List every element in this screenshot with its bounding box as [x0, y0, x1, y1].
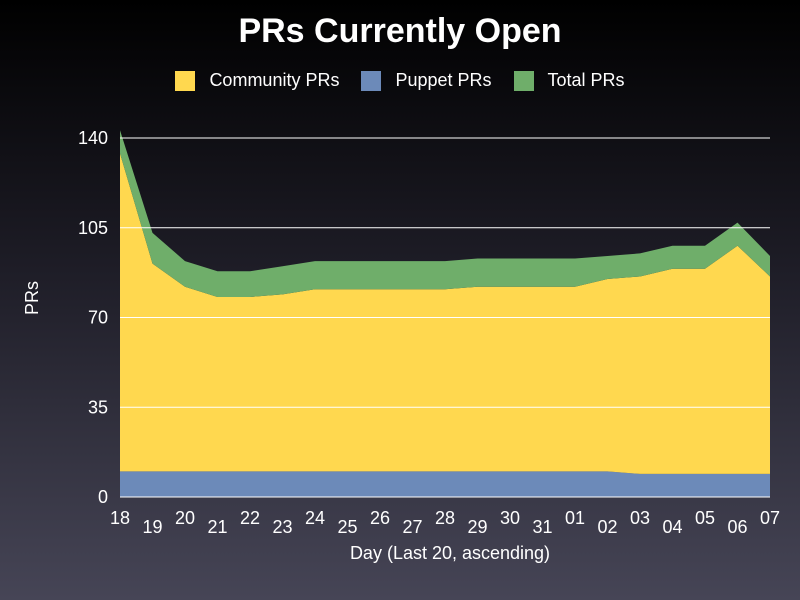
x-tick-label: 19	[142, 517, 162, 537]
x-tick-label: 25	[337, 517, 357, 537]
x-tick-label: 22	[240, 508, 260, 528]
x-tick-label: 21	[207, 517, 227, 537]
x-tick-label: 26	[370, 508, 390, 528]
x-tick-label: 24	[305, 508, 325, 528]
x-tick-label: 29	[467, 517, 487, 537]
y-tick-label: 0	[98, 487, 108, 507]
x-tick-label: 05	[695, 508, 715, 528]
x-tick-label: 06	[727, 517, 747, 537]
x-tick-label: 07	[760, 508, 780, 528]
area-chart: 0 35 70 105 140 18 19 20 21 22 23 24 25 26 27 28 29 30 31 0…	[22, 128, 780, 563]
x-tick-label: 01	[565, 508, 585, 528]
y-axis-title: PRs	[22, 281, 42, 315]
x-tick-label: 03	[630, 508, 650, 528]
area-community-prs	[120, 153, 770, 474]
x-tick-label: 31	[532, 517, 552, 537]
y-tick-label: 35	[88, 397, 108, 417]
x-tick-label: 30	[500, 508, 520, 528]
x-tick-label: 28	[435, 508, 455, 528]
x-tick-label: 27	[402, 517, 422, 537]
y-tick-label: 105	[78, 218, 108, 238]
x-axis-title: Day (Last 20, ascending)	[350, 543, 550, 563]
y-tick-label: 140	[78, 128, 108, 148]
x-tick-label: 04	[662, 517, 682, 537]
area-puppet-prs	[120, 471, 770, 497]
x-tick-label: 02	[597, 517, 617, 537]
x-tick-label: 18	[110, 508, 130, 528]
x-tick-label: 20	[175, 508, 195, 528]
y-tick-label: 70	[88, 308, 108, 328]
x-tick-label: 23	[272, 517, 292, 537]
